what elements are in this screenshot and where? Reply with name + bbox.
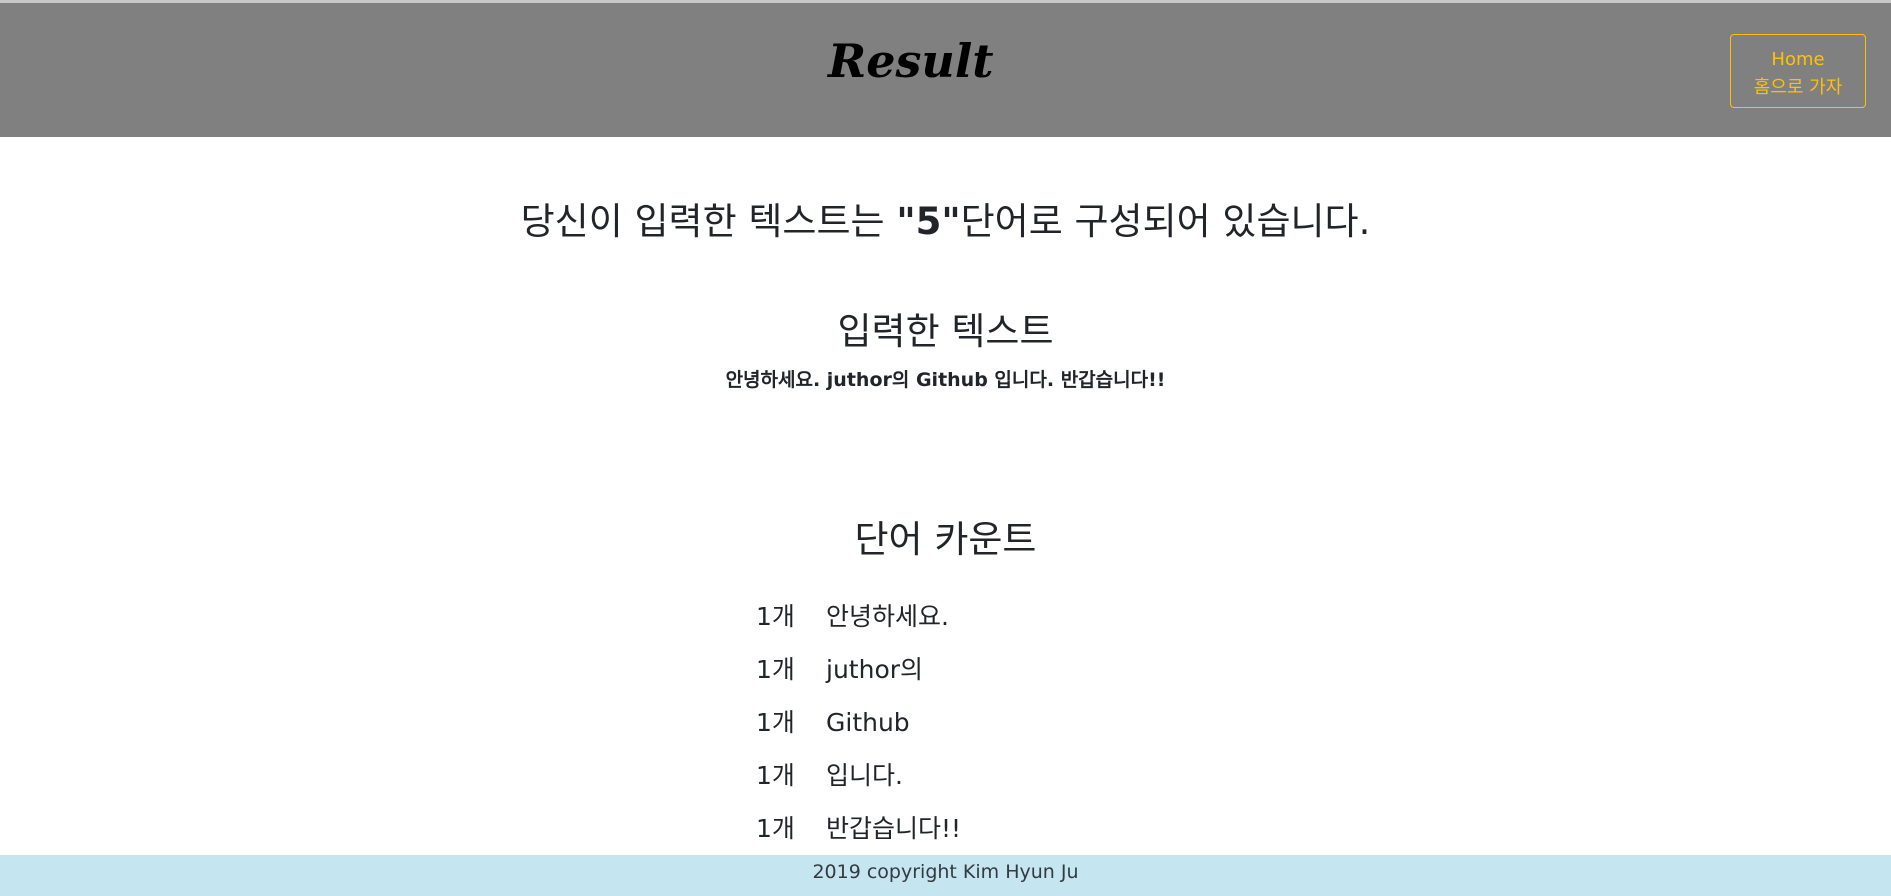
list-item: 1개 Github	[756, 703, 1256, 756]
word-text: 반갑습니다!!	[826, 814, 962, 843]
copyright-text: 2019 copyright Kim Hyun Ju	[812, 861, 1079, 883]
header-bar: Result Home 홈으로 가자	[0, 3, 1891, 137]
word-count-value: 1개	[756, 814, 795, 843]
list-item: 1개 입니다.	[756, 756, 1256, 809]
list-item: 1개 juthor의	[756, 650, 1256, 703]
page-title: Result	[828, 34, 994, 88]
word-count-list: 1개 안녕하세요. 1개 juthor의 1개 Github 1개 입니다. 1…	[756, 597, 1256, 862]
word-text: 안녕하세요.	[826, 602, 949, 631]
summary-prefix: 당신이 입력한 텍스트는	[520, 200, 897, 243]
input-text-heading: 입력한 텍스트	[837, 310, 1054, 353]
word-count-value: 1개	[756, 708, 795, 737]
footer: 2019 copyright Kim Hyun Ju	[0, 855, 1891, 896]
word-count-value: 1개	[756, 602, 795, 631]
word-text: juthor의	[826, 655, 924, 684]
summary-suffix: 단어로 구성되어 있습니다.	[960, 200, 1371, 243]
word-count-summary: 당신이 입력한 텍스트는 "5"단어로 구성되어 있습니다.	[0, 196, 1891, 248]
list-item: 1개 안녕하세요.	[756, 597, 1256, 650]
word-count-value: 1개	[756, 655, 795, 684]
word-text: 입니다.	[826, 761, 903, 790]
word-count-value: 1개	[756, 761, 795, 790]
home-button-label: Home	[1771, 49, 1825, 70]
input-text-value: 안녕하세요. juthor의 Github 입니다. 반갑습니다!!	[725, 369, 1166, 391]
word-count-heading: 단어 카운트	[854, 518, 1037, 561]
summary-count: "5"	[896, 200, 961, 243]
word-text: Github	[826, 708, 910, 737]
home-button-sublabel: 홈으로 가자	[1753, 77, 1843, 98]
home-button[interactable]: Home 홈으로 가자	[1730, 34, 1866, 108]
